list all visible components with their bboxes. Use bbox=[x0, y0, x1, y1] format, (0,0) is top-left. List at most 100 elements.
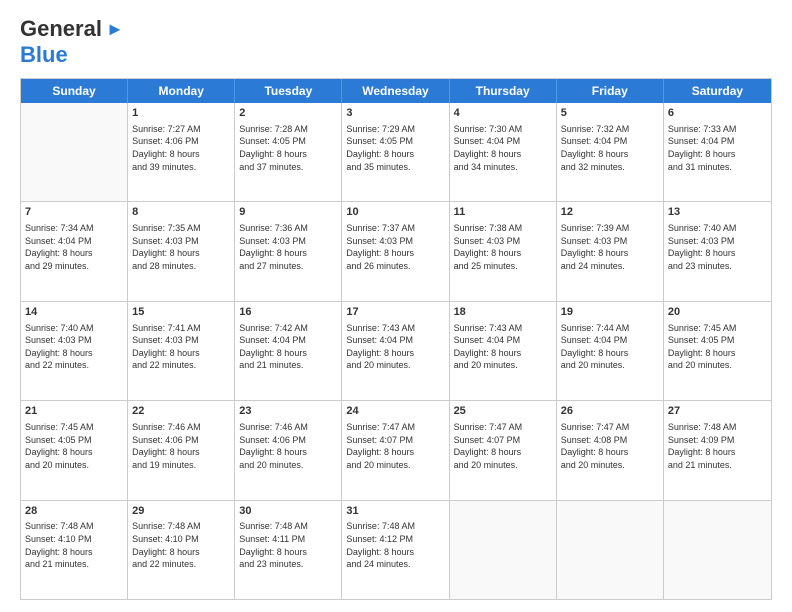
cell-day-number: 23 bbox=[239, 404, 337, 419]
cell-info: Sunrise: 7:40 AM Sunset: 4:03 PM Dayligh… bbox=[25, 322, 123, 372]
cell-info: Sunrise: 7:45 AM Sunset: 4:05 PM Dayligh… bbox=[25, 421, 123, 471]
logo-blue-text: Blue bbox=[20, 42, 68, 67]
cal-cell-15: 15 Sunrise: 7:41 AM Sunset: 4:03 PM Dayli… bbox=[128, 302, 235, 400]
calendar: SundayMondayTuesdayWednesdayThursdayFrid… bbox=[20, 78, 772, 600]
cell-day-number: 31 bbox=[346, 504, 444, 519]
cell-day-number: 7 bbox=[25, 205, 123, 220]
cal-cell-28: 28Sunrise: 7:48 AM Sunset: 4:10 PM Dayli… bbox=[21, 501, 128, 599]
cell-info: Sunrise: 7:48 AM Sunset: 4:11 PM Dayligh… bbox=[239, 520, 337, 570]
cal-cell-31: 31Sunrise: 7:48 AM Sunset: 4:12 PM Dayli… bbox=[342, 501, 449, 599]
cell-day-number: 15 bbox=[132, 305, 230, 320]
cell-info: Sunrise: 7:41 AM Sunset: 4:03 PM Dayligh… bbox=[132, 322, 230, 372]
cal-cell-21: 21 Sunrise: 7:45 AM Sunset: 4:05 PM Dayli… bbox=[21, 401, 128, 499]
cell-day-number: 25 bbox=[454, 404, 552, 419]
cal-cell-7: 7Sunrise: 7:34 AM Sunset: 4:04 PM Daylig… bbox=[21, 202, 128, 300]
cell-info: Sunrise: 7:36 AM Sunset: 4:03 PM Dayligh… bbox=[239, 222, 337, 272]
page: General ► Blue SundayMondayTuesdayWednes… bbox=[0, 0, 792, 612]
cal-cell-6: 6 Sunrise: 7:33 AM Sunset: 4:04 PM Daylig… bbox=[664, 103, 771, 201]
cell-info: Sunrise: 7:42 AM Sunset: 4:04 PM Dayligh… bbox=[239, 322, 337, 372]
cell-day-number: 3 bbox=[346, 106, 444, 121]
cell-info: Sunrise: 7:43 AM Sunset: 4:04 PM Dayligh… bbox=[454, 322, 552, 372]
cell-info: Sunrise: 7:48 AM Sunset: 4:12 PM Dayligh… bbox=[346, 520, 444, 570]
cell-day-number: 30 bbox=[239, 504, 337, 519]
cell-info: Sunrise: 7:38 AM Sunset: 4:03 PM Dayligh… bbox=[454, 222, 552, 272]
day-header-saturday: Saturday bbox=[664, 79, 771, 103]
cell-day-number: 28 bbox=[25, 504, 123, 519]
day-header-tuesday: Tuesday bbox=[235, 79, 342, 103]
cal-cell-empty-4-5 bbox=[557, 501, 664, 599]
day-header-thursday: Thursday bbox=[450, 79, 557, 103]
cal-cell-20: 20 Sunrise: 7:45 AM Sunset: 4:05 PM Dayli… bbox=[664, 302, 771, 400]
day-header-wednesday: Wednesday bbox=[342, 79, 449, 103]
header: General ► Blue bbox=[20, 16, 772, 68]
cal-cell-9: 9 Sunrise: 7:36 AM Sunset: 4:03 PM Daylig… bbox=[235, 202, 342, 300]
cal-cell-16: 16 Sunrise: 7:42 AM Sunset: 4:04 PM Dayli… bbox=[235, 302, 342, 400]
cell-day-number: 21 bbox=[25, 404, 123, 419]
cell-day-number: 8 bbox=[132, 205, 230, 220]
cell-day-number: 27 bbox=[668, 404, 767, 419]
cell-info: Sunrise: 7:48 AM Sunset: 4:09 PM Dayligh… bbox=[668, 421, 767, 471]
calendar-row-4: 28Sunrise: 7:48 AM Sunset: 4:10 PM Dayli… bbox=[21, 500, 771, 599]
cal-cell-2: 2 Sunrise: 7:28 AM Sunset: 4:05 PM Daylig… bbox=[235, 103, 342, 201]
cal-cell-23: 23Sunrise: 7:46 AM Sunset: 4:06 PM Dayli… bbox=[235, 401, 342, 499]
cal-cell-empty-4-4 bbox=[450, 501, 557, 599]
cell-info: Sunrise: 7:47 AM Sunset: 4:07 PM Dayligh… bbox=[346, 421, 444, 471]
logo-bird-icon: ► bbox=[106, 19, 124, 40]
cal-cell-17: 17Sunrise: 7:43 AM Sunset: 4:04 PM Dayli… bbox=[342, 302, 449, 400]
cell-info: Sunrise: 7:47 AM Sunset: 4:07 PM Dayligh… bbox=[454, 421, 552, 471]
cell-day-number: 16 bbox=[239, 305, 337, 320]
cell-info: Sunrise: 7:45 AM Sunset: 4:05 PM Dayligh… bbox=[668, 322, 767, 372]
cell-day-number: 18 bbox=[454, 305, 552, 320]
cal-cell-empty-4-6 bbox=[664, 501, 771, 599]
cal-cell-19: 19Sunrise: 7:44 AM Sunset: 4:04 PM Dayli… bbox=[557, 302, 664, 400]
cal-cell-3: 3Sunrise: 7:29 AM Sunset: 4:05 PM Daylig… bbox=[342, 103, 449, 201]
cell-info: Sunrise: 7:43 AM Sunset: 4:04 PM Dayligh… bbox=[346, 322, 444, 372]
cell-info: Sunrise: 7:27 AM Sunset: 4:06 PM Dayligh… bbox=[132, 123, 230, 173]
cal-cell-1: 1Sunrise: 7:27 AM Sunset: 4:06 PM Daylig… bbox=[128, 103, 235, 201]
cell-day-number: 14 bbox=[25, 305, 123, 320]
cell-day-number: 22 bbox=[132, 404, 230, 419]
cell-info: Sunrise: 7:47 AM Sunset: 4:08 PM Dayligh… bbox=[561, 421, 659, 471]
cal-cell-12: 12 Sunrise: 7:39 AM Sunset: 4:03 PM Dayli… bbox=[557, 202, 664, 300]
cal-cell-empty-0-0 bbox=[21, 103, 128, 201]
cell-day-number: 26 bbox=[561, 404, 659, 419]
cell-info: Sunrise: 7:28 AM Sunset: 4:05 PM Dayligh… bbox=[239, 123, 337, 173]
cell-info: Sunrise: 7:37 AM Sunset: 4:03 PM Dayligh… bbox=[346, 222, 444, 272]
cell-info: Sunrise: 7:46 AM Sunset: 4:06 PM Dayligh… bbox=[132, 421, 230, 471]
cell-day-number: 5 bbox=[561, 106, 659, 121]
cal-cell-22: 22 Sunrise: 7:46 AM Sunset: 4:06 PM Dayli… bbox=[128, 401, 235, 499]
calendar-row-2: 14 Sunrise: 7:40 AM Sunset: 4:03 PM Dayli… bbox=[21, 301, 771, 400]
cell-info: Sunrise: 7:30 AM Sunset: 4:04 PM Dayligh… bbox=[454, 123, 552, 173]
cell-day-number: 12 bbox=[561, 205, 659, 220]
cal-cell-29: 29Sunrise: 7:48 AM Sunset: 4:10 PM Dayli… bbox=[128, 501, 235, 599]
cal-cell-4: 4 Sunrise: 7:30 AM Sunset: 4:04 PM Daylig… bbox=[450, 103, 557, 201]
cell-day-number: 4 bbox=[454, 106, 552, 121]
cell-day-number: 20 bbox=[668, 305, 767, 320]
calendar-row-3: 21 Sunrise: 7:45 AM Sunset: 4:05 PM Dayli… bbox=[21, 400, 771, 499]
cell-day-number: 9 bbox=[239, 205, 337, 220]
cal-cell-18: 18 Sunrise: 7:43 AM Sunset: 4:04 PM Dayli… bbox=[450, 302, 557, 400]
cal-cell-24: 24 Sunrise: 7:47 AM Sunset: 4:07 PM Dayli… bbox=[342, 401, 449, 499]
cal-cell-5: 5 Sunrise: 7:32 AM Sunset: 4:04 PM Daylig… bbox=[557, 103, 664, 201]
calendar-body: 1Sunrise: 7:27 AM Sunset: 4:06 PM Daylig… bbox=[21, 103, 771, 599]
calendar-header-row: SundayMondayTuesdayWednesdayThursdayFrid… bbox=[21, 79, 771, 103]
cell-info: Sunrise: 7:32 AM Sunset: 4:04 PM Dayligh… bbox=[561, 123, 659, 173]
cell-day-number: 11 bbox=[454, 205, 552, 220]
cell-day-number: 19 bbox=[561, 305, 659, 320]
cal-cell-26: 26 Sunrise: 7:47 AM Sunset: 4:08 PM Dayli… bbox=[557, 401, 664, 499]
cal-cell-10: 10 Sunrise: 7:37 AM Sunset: 4:03 PM Dayli… bbox=[342, 202, 449, 300]
cell-day-number: 13 bbox=[668, 205, 767, 220]
calendar-row-0: 1Sunrise: 7:27 AM Sunset: 4:06 PM Daylig… bbox=[21, 103, 771, 201]
cal-cell-8: 8Sunrise: 7:35 AM Sunset: 4:03 PM Daylig… bbox=[128, 202, 235, 300]
day-header-friday: Friday bbox=[557, 79, 664, 103]
cell-info: Sunrise: 7:33 AM Sunset: 4:04 PM Dayligh… bbox=[668, 123, 767, 173]
cal-cell-13: 13Sunrise: 7:40 AM Sunset: 4:03 PM Dayli… bbox=[664, 202, 771, 300]
cal-cell-27: 27 Sunrise: 7:48 AM Sunset: 4:09 PM Dayli… bbox=[664, 401, 771, 499]
cell-info: Sunrise: 7:39 AM Sunset: 4:03 PM Dayligh… bbox=[561, 222, 659, 272]
cell-day-number: 2 bbox=[239, 106, 337, 121]
cell-day-number: 24 bbox=[346, 404, 444, 419]
cal-cell-30: 30Sunrise: 7:48 AM Sunset: 4:11 PM Dayli… bbox=[235, 501, 342, 599]
cal-cell-11: 11 Sunrise: 7:38 AM Sunset: 4:03 PM Dayli… bbox=[450, 202, 557, 300]
cell-day-number: 6 bbox=[668, 106, 767, 121]
cell-day-number: 10 bbox=[346, 205, 444, 220]
